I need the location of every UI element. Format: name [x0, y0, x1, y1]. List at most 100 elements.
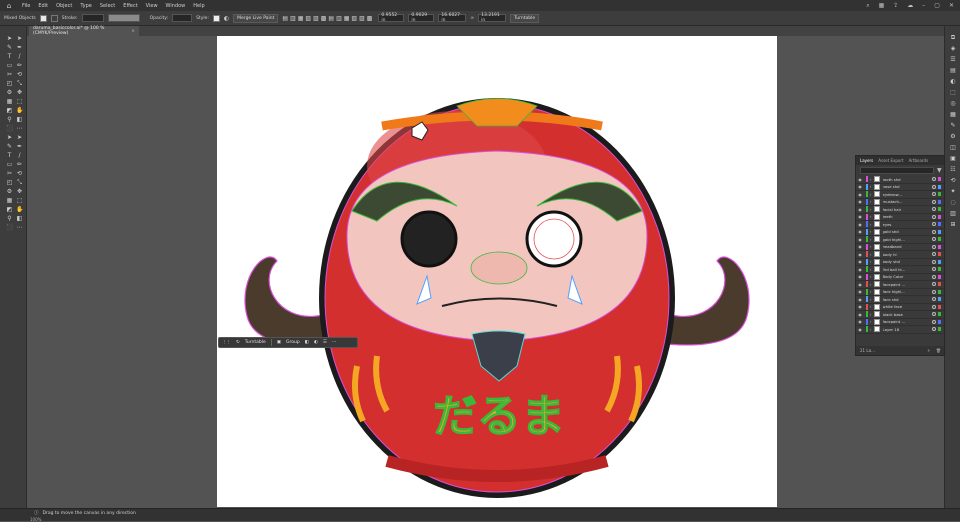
- layer-row[interactable]: ◉ › Body Color: [856, 273, 944, 281]
- x-field[interactable]: 0.9552 in: [378, 13, 405, 23]
- layer-row[interactable]: ◉ › 3rd ball hi...: [856, 266, 944, 274]
- layer-name[interactable]: teeth: [883, 214, 919, 219]
- target-circle-icon[interactable]: [931, 177, 936, 182]
- layer-name[interactable]: black base: [883, 312, 919, 317]
- opacity-field[interactable]: [172, 14, 193, 22]
- panel-icon[interactable]: ◈: [949, 45, 957, 52]
- tool-icon[interactable]: ✋: [16, 108, 23, 114]
- menu-window[interactable]: Window: [166, 3, 186, 9]
- more-button[interactable]: ···: [332, 340, 336, 345]
- visibility-eye-icon[interactable]: ◉: [856, 274, 864, 279]
- panel-icon[interactable]: ▤: [949, 67, 957, 74]
- panel-icon[interactable]: ◐: [949, 78, 957, 85]
- layer-row[interactable]: ◉ › facepaint ...: [856, 318, 944, 326]
- selection-indicator[interactable]: [937, 222, 941, 227]
- tool-icon[interactable]: ◰: [6, 81, 13, 87]
- selection-indicator[interactable]: [937, 184, 941, 189]
- selection-indicator[interactable]: [937, 177, 941, 182]
- panel-icon[interactable]: ◌: [949, 199, 957, 206]
- target-circle-icon[interactable]: [931, 252, 936, 257]
- target-circle-icon[interactable]: [931, 184, 936, 189]
- target-circle-icon[interactable]: [931, 312, 936, 317]
- delete-layer-icon[interactable]: 🗑: [936, 348, 941, 353]
- layer-row[interactable]: ◉ › facial hair: [856, 206, 944, 214]
- selection-indicator[interactable]: [937, 319, 941, 324]
- tool-icon[interactable]: /: [16, 54, 23, 60]
- tool-icon[interactable]: ➤: [6, 135, 13, 141]
- layer-name[interactable]: facepaint ...: [883, 319, 919, 324]
- tool-icon[interactable]: ✥: [16, 90, 23, 96]
- cloud-icon[interactable]: ☁: [907, 2, 913, 10]
- share-icon[interactable]: ⇪: [893, 2, 898, 10]
- height-field[interactable]: 13.2191 in: [478, 13, 507, 23]
- tool-icon[interactable]: ⚲: [6, 216, 13, 222]
- target-circle-icon[interactable]: [931, 304, 936, 309]
- ctx-turntable-button[interactable]: Turntable: [245, 340, 266, 345]
- layer-name[interactable]: body hl: [883, 252, 919, 257]
- maximize-icon[interactable]: ▢: [934, 2, 940, 10]
- menu-object[interactable]: Object: [56, 3, 72, 9]
- layers-search-input[interactable]: [860, 167, 934, 174]
- tool-icon[interactable]: T: [6, 54, 13, 60]
- menu-view[interactable]: View: [146, 3, 158, 9]
- align-icon[interactable]: ☰: [323, 340, 327, 345]
- visibility-eye-icon[interactable]: ◉: [856, 192, 864, 197]
- tool-icon[interactable]: ✂: [6, 171, 13, 177]
- grip-icon[interactable]: ⋮⋮: [222, 340, 231, 345]
- search-icon[interactable]: ⌕: [866, 2, 869, 10]
- tool-icon[interactable]: ✒: [16, 144, 23, 150]
- layer-row[interactable]: ◉ › face highl...: [856, 288, 944, 296]
- filter-icon[interactable]: ▼: [937, 167, 942, 174]
- tool-icon[interactable]: ✥: [16, 189, 23, 195]
- panel-icon[interactable]: ◎: [949, 100, 957, 107]
- merge-live-paint-button[interactable]: Merge Live Paint: [233, 13, 279, 23]
- layer-name[interactable]: mustach...: [883, 199, 919, 204]
- panel-icon[interactable]: ⊞: [949, 221, 957, 228]
- selection-indicator[interactable]: [937, 327, 941, 332]
- target-circle-icon[interactable]: [931, 259, 936, 264]
- layer-row[interactable]: ◉ › tooth shd: [856, 176, 944, 184]
- tool-icon[interactable]: ➤: [6, 36, 13, 42]
- visibility-eye-icon[interactable]: ◉: [856, 297, 864, 302]
- minimize-icon[interactable]: –: [922, 2, 925, 10]
- selection-indicator[interactable]: [937, 192, 941, 197]
- layer-name[interactable]: face highl...: [883, 289, 919, 294]
- layer-name[interactable]: 3rd ball hi...: [883, 267, 919, 272]
- panel-icon[interactable]: ⧉: [949, 34, 957, 41]
- tool-icon[interactable]: ⤡: [16, 180, 23, 186]
- turntable-button[interactable]: Turntable: [510, 13, 540, 23]
- layer-name[interactable]: facial hair: [883, 207, 919, 212]
- visibility-eye-icon[interactable]: ◉: [856, 199, 864, 204]
- link-icon[interactable]: ∞: [470, 16, 474, 21]
- tool-icon[interactable]: ▦: [6, 99, 13, 105]
- target-circle-icon[interactable]: [931, 267, 936, 272]
- layer-row[interactable]: ◉ › Layer 16: [856, 326, 944, 334]
- target-circle-icon[interactable]: [931, 282, 936, 287]
- tab-close-icon[interactable]: ×: [131, 29, 135, 34]
- tool-icon[interactable]: ⋯: [16, 126, 23, 132]
- brush-definition-field[interactable]: [107, 14, 140, 22]
- tool-icon[interactable]: ▦: [6, 198, 13, 204]
- tool-icon[interactable]: ✏: [16, 63, 23, 69]
- tool-icon[interactable]: ◩: [6, 108, 13, 114]
- arrange-icon[interactable]: ◧: [305, 340, 309, 345]
- panel-icon[interactable]: ✎: [949, 122, 957, 129]
- target-circle-icon[interactable]: [931, 222, 936, 227]
- stroke-weight-field[interactable]: [81, 14, 104, 22]
- target-circle-icon[interactable]: [931, 289, 936, 294]
- layer-row[interactable]: ◉ › headband: [856, 243, 944, 251]
- tool-icon[interactable]: ⚲: [6, 117, 13, 123]
- panel-icon[interactable]: ◫: [949, 144, 957, 151]
- panel-icon[interactable]: ☷: [949, 166, 957, 173]
- target-circle-icon[interactable]: [931, 237, 936, 242]
- visibility-eye-icon[interactable]: ◉: [856, 222, 864, 227]
- target-circle-icon[interactable]: [931, 244, 936, 249]
- layer-row[interactable]: ◉ › facepaint ...: [856, 281, 944, 289]
- layer-row[interactable]: ◉ › nose shd: [856, 183, 944, 191]
- menu-file[interactable]: File: [22, 3, 30, 9]
- visibility-eye-icon[interactable]: ◉: [856, 207, 864, 212]
- tool-icon[interactable]: ⟲: [16, 171, 23, 177]
- layer-row[interactable]: ◉ › body hl: [856, 251, 944, 259]
- recolor-icon[interactable]: ◐: [224, 15, 229, 22]
- panel-icon[interactable]: ▥: [949, 210, 957, 217]
